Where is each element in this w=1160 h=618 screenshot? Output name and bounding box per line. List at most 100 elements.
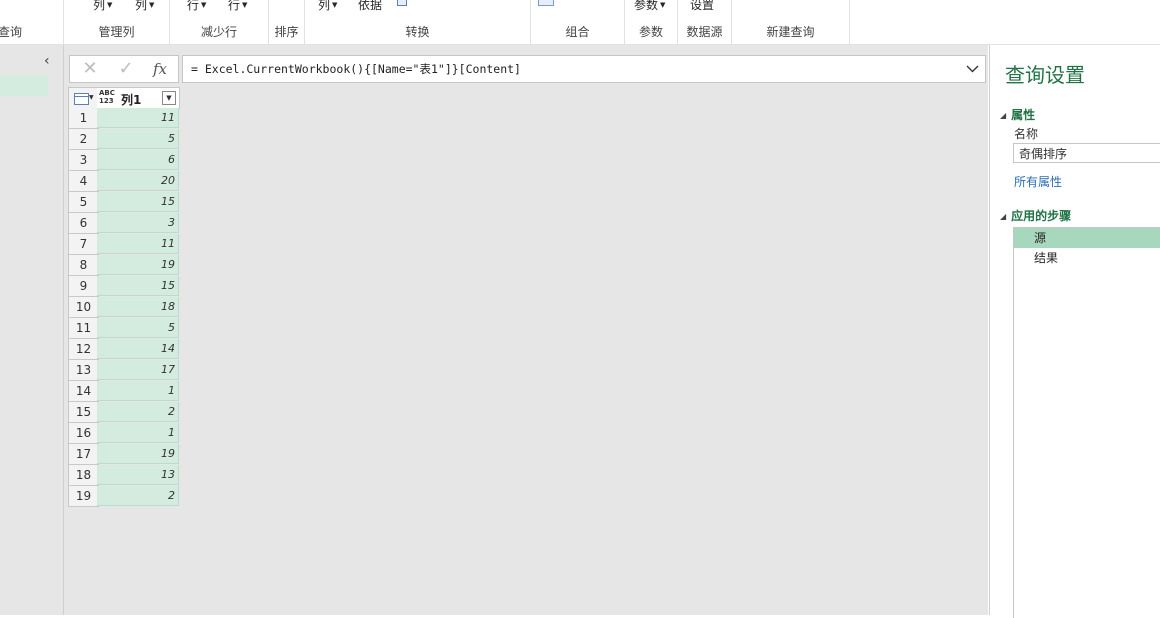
table-cell[interactable]: 19 — [97, 444, 179, 464]
table-row: 17 19 — [68, 444, 180, 465]
table-cell[interactable]: 2 — [97, 486, 179, 506]
column-header-col1[interactable]: ABC 123 列1 ▼ — [97, 87, 180, 109]
row-number[interactable]: 3 — [68, 150, 99, 171]
table-cell[interactable]: 15 — [97, 192, 179, 212]
confirm-icon[interactable]: ✓ — [110, 57, 142, 81]
table-row: 18 13 — [68, 465, 180, 486]
ribbon-manage-parameters-button[interactable]: 参数 ▼ — [634, 0, 665, 13]
ribbon-group-sort: 排序 — [269, 0, 305, 44]
ribbon-group-label: 组合 — [565, 25, 590, 39]
table-menu-button[interactable]: ▼ — [68, 87, 99, 109]
all-properties-link[interactable]: 所有属性 — [1014, 173, 1062, 190]
formula-bar-buttons: ✕ ✓ fx — [69, 55, 179, 83]
ribbon-group-transform: 列 ▼ 依据 转换 — [305, 0, 531, 44]
properties-section-header[interactable]: ◢ 属性 — [1000, 106, 1035, 123]
table-row: 12 14 — [68, 339, 180, 360]
row-number[interactable]: 12 — [68, 339, 99, 360]
table-cell[interactable]: 15 — [97, 276, 179, 296]
chevron-down-icon: ▼ — [332, 1, 338, 9]
ribbon-remove-rows-button[interactable]: 行 ▼ — [228, 0, 247, 13]
ribbon-group-query: 查询 — [0, 0, 64, 44]
table-cell[interactable]: 13 — [97, 465, 179, 485]
collapse-triangle-icon: ◢ — [1000, 212, 1007, 221]
table-cell[interactable]: 11 — [97, 108, 179, 128]
row-number[interactable]: 14 — [68, 381, 99, 402]
row-number[interactable]: 2 — [68, 129, 99, 150]
collapse-chevron-icon[interactable]: ‹ — [44, 53, 50, 69]
merge-queries-icon[interactable] — [538, 0, 554, 6]
ribbon-group-parameters: 参数 ▼ 参数 — [625, 0, 678, 44]
table-row: 63 — [68, 213, 180, 234]
ribbon: 查询 列 ▼ 列 ▼ 管理列 行 ▼ 行 ▼ 减少行 排序 列 ▼ 依据 转换 组合 参数… — [0, 0, 1160, 45]
table-cell[interactable]: 1 — [97, 381, 179, 401]
table-row: 19 2 — [68, 486, 180, 507]
table-cell[interactable]: 18 — [97, 297, 179, 317]
ribbon-group-combine: 组合 — [531, 0, 625, 44]
chevron-down-icon: ▼ — [89, 94, 94, 101]
cancel-icon[interactable]: ✕ — [74, 57, 106, 81]
table-cell[interactable]: 1 — [97, 423, 179, 443]
table-row: 4 20 — [68, 171, 180, 192]
table-cell[interactable]: 20 — [97, 171, 179, 191]
ribbon-keep-rows-button[interactable]: 行 ▼ — [187, 0, 206, 13]
row-number[interactable]: 1 — [68, 108, 99, 129]
table-row: 11 5 — [68, 318, 180, 339]
row-number[interactable]: 11 — [68, 318, 99, 339]
query-name-input[interactable]: 奇偶排序 — [1013, 143, 1160, 163]
row-number[interactable]: 7 — [68, 234, 99, 255]
row-number[interactable]: 4 — [68, 171, 99, 192]
row-number[interactable]: 6 — [68, 213, 99, 234]
row-number[interactable]: 15 — [68, 402, 99, 423]
ribbon-group-by-button[interactable]: 依据 — [358, 0, 382, 13]
row-number[interactable]: 8 — [68, 255, 99, 276]
table-row: 25 — [68, 129, 180, 150]
expand-formula-chevron-icon[interactable] — [966, 56, 979, 82]
table-cell[interactable]: 5 — [97, 129, 179, 149]
chevron-down-icon: ▼ — [149, 1, 155, 9]
table-cell[interactable]: 11 — [97, 234, 179, 254]
table-cell[interactable]: 3 — [97, 213, 179, 233]
table-row: 16 1 — [68, 423, 180, 444]
ribbon-group-label: 数据源 — [686, 25, 723, 39]
chevron-down-icon: ▼ — [201, 1, 207, 9]
ribbon-group-label: 查询 — [0, 25, 23, 39]
row-number[interactable]: 9 — [68, 276, 99, 297]
table-cell[interactable]: 17 — [97, 360, 179, 380]
ribbon-split-column-button[interactable]: 列 ▼ — [318, 0, 337, 13]
table-cell[interactable]: 19 — [97, 255, 179, 275]
applied-step-result[interactable]: 结果 — [1014, 248, 1160, 268]
row-number[interactable]: 5 — [68, 192, 99, 213]
query-settings-title: 查询设置 — [1005, 63, 1085, 87]
ribbon-data-source-settings-button[interactable]: 设置 — [690, 0, 714, 13]
selected-query-item[interactable] — [0, 75, 48, 96]
replace-values-icon[interactable] — [397, 0, 407, 6]
ribbon-group-reduce-rows: 行 ▼ 行 ▼ 减少行 — [170, 0, 269, 44]
ribbon-group-label: 新建查询 — [766, 25, 815, 39]
row-number[interactable]: 16 — [68, 423, 99, 444]
query-settings-pane: 查询设置 ◢ 属性 名称 奇偶排序 所有属性 ◢ 应用的步骤 源 结果 — [989, 45, 1160, 618]
any-type-icon[interactable]: ABC 123 — [99, 89, 115, 105]
row-number[interactable]: 13 — [68, 360, 99, 381]
row-number[interactable]: 19 — [68, 486, 99, 507]
formula-input[interactable]: = Excel.CurrentWorkbook(){[Name="表1"]}[C… — [182, 55, 986, 83]
column-name: 列1 — [121, 93, 142, 107]
table-row: 13 17 — [68, 360, 180, 381]
ribbon-choose-columns-button[interactable]: 列 ▼ — [93, 0, 112, 13]
row-number[interactable]: 18 — [68, 465, 99, 486]
applied-steps-section-header[interactable]: ◢ 应用的步骤 — [1000, 207, 1071, 224]
row-number[interactable]: 10 — [68, 297, 99, 318]
ribbon-remove-columns-button[interactable]: 列 ▼ — [135, 0, 154, 13]
row-number[interactable]: 17 — [68, 444, 99, 465]
table-cell[interactable]: 5 — [97, 318, 179, 338]
ribbon-group-label: 排序 — [274, 25, 299, 39]
ribbon-group-label: 转换 — [405, 25, 430, 39]
applied-step-source[interactable]: 源 — [1014, 228, 1160, 248]
table-cell[interactable]: 2 — [97, 402, 179, 422]
table-cell[interactable]: 14 — [97, 339, 179, 359]
table-row: 10 18 — [68, 297, 180, 318]
insert-step-fx-icon[interactable]: fx — [144, 57, 176, 81]
ribbon-group-manage-columns: 列 ▼ 列 ▼ 管理列 — [64, 0, 170, 44]
table-cell[interactable]: 6 — [97, 150, 179, 170]
column-filter-dropdown-icon[interactable]: ▼ — [162, 91, 176, 105]
ribbon-group-new-query: 新建查询 — [732, 0, 850, 44]
